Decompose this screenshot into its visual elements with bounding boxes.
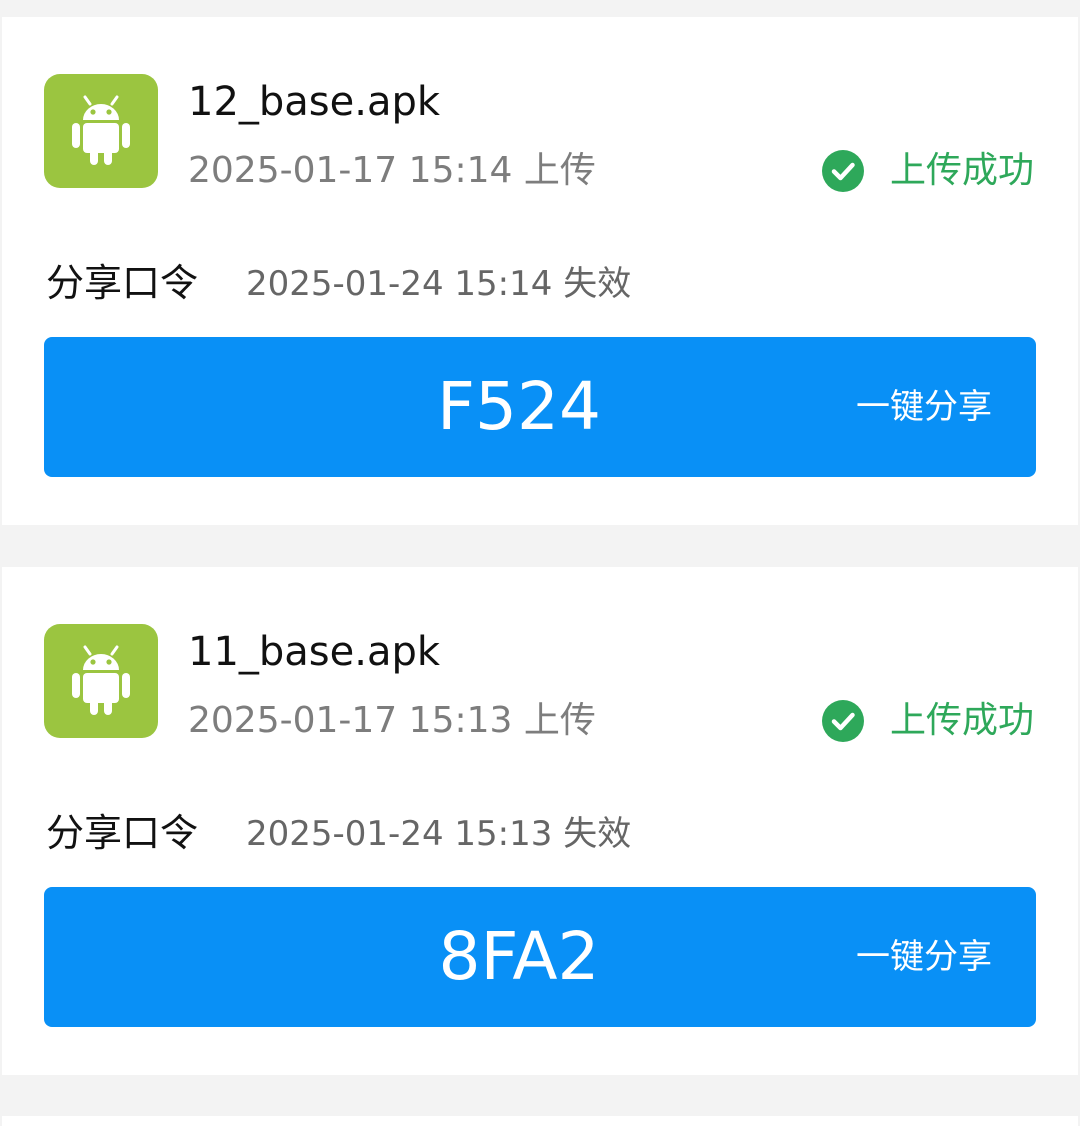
upload-time: 2025-01-17 15:14 上传 bbox=[188, 150, 596, 191]
check-circle-icon bbox=[821, 700, 864, 742]
share-code-bar[interactable]: 8FA2 一键分享 bbox=[44, 887, 1036, 1027]
share-code[interactable]: 8FA2 bbox=[344, 887, 694, 1027]
share-code[interactable]: F524 bbox=[344, 337, 694, 477]
one-click-share-button[interactable]: 一键分享 bbox=[856, 337, 992, 477]
upload-status: 上传成功 bbox=[821, 147, 1034, 195]
file-name: 11_base.apk bbox=[188, 629, 441, 675]
file-card[interactable]: 11_base.apk 2025-01-17 15:13 上传 上传成功 分享口… bbox=[2, 567, 1078, 1075]
upload-time: 2025-01-17 15:13 上传 bbox=[188, 700, 596, 741]
status-text: 上传成功 bbox=[889, 150, 1034, 191]
status-text: 上传成功 bbox=[889, 700, 1034, 741]
share-code-label: 分享口令 bbox=[46, 811, 199, 855]
share-code-bar[interactable]: F524 一键分享 bbox=[44, 337, 1036, 477]
expire-time: 2025-01-24 15:14 失效 bbox=[246, 264, 632, 304]
file-card[interactable]: 12_base.apk 2025-01-17 15:14 上传 上传成功 分享口… bbox=[2, 17, 1078, 525]
file-card-partial[interactable] bbox=[2, 1116, 1078, 1126]
one-click-share-button[interactable]: 一键分享 bbox=[856, 887, 992, 1027]
upload-status: 上传成功 bbox=[821, 697, 1034, 745]
check-circle-icon bbox=[821, 150, 864, 192]
expire-time: 2025-01-24 15:13 失效 bbox=[246, 814, 632, 854]
android-icon bbox=[44, 74, 158, 188]
android-icon bbox=[44, 624, 158, 738]
share-code-label: 分享口令 bbox=[46, 261, 199, 305]
file-name: 12_base.apk bbox=[188, 79, 441, 125]
